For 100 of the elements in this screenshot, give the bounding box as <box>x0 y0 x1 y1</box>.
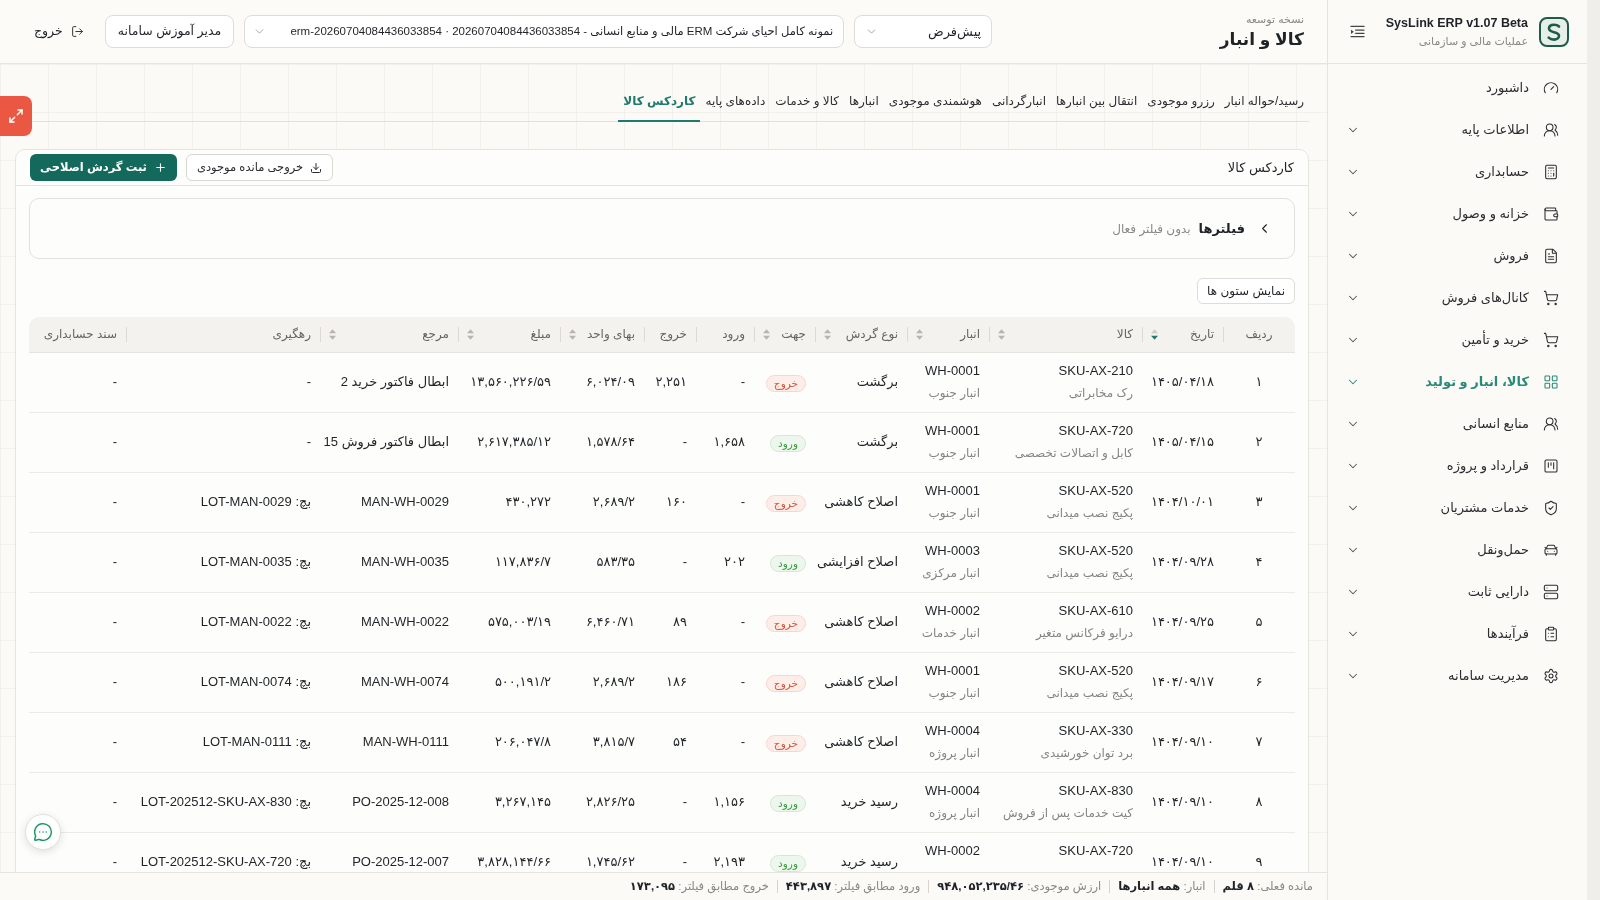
status-item: ارزش موجودی: ۹۴۸,۰۵۲,۲۳۵/۴۶ <box>937 878 1102 896</box>
table-cell: ۱۴۰۴/۰۹/۱۷ <box>1142 652 1223 712</box>
sidebar-item[interactable]: حمل‌ونقل <box>1328 529 1587 571</box>
sku-text: SKU-AX-520 <box>1058 663 1133 679</box>
sidebar-item[interactable]: دارایی ثابت <box>1328 571 1587 613</box>
direction-badge: خروج <box>765 675 806 692</box>
shield-check-icon <box>1543 500 1559 516</box>
warehouse-code: WH-0004 <box>925 723 980 739</box>
tab[interactable]: رسید/حواله انبار <box>1219 82 1309 122</box>
column-header[interactable]: مرجع <box>422 325 449 344</box>
warehouse-name: انبار جنوب <box>928 505 980 521</box>
scrollbar[interactable] <box>1587 0 1600 900</box>
warehouse-code: WH-0001 <box>925 663 980 679</box>
table-cell: ۲,۶۸۹/۲ <box>560 472 644 532</box>
column-header[interactable]: نوع گردش <box>845 325 898 344</box>
warehouse-code: WH-0002 <box>925 603 980 619</box>
sidebar-item[interactable]: فروش <box>1328 235 1587 277</box>
table-cell: - <box>696 712 754 772</box>
sidebar-item[interactable]: مدیریت سامانه <box>1328 655 1587 697</box>
table-cell: ۱۴۰۴/۰۹/۱۰ <box>1142 772 1223 832</box>
sidebar-item[interactable]: منابع انسانی <box>1328 403 1587 445</box>
grid-icon <box>1543 374 1559 390</box>
tab[interactable]: انتقال بین انبارها <box>1051 82 1143 122</box>
sidebar-item[interactable]: داشبورد <box>1328 67 1587 109</box>
table-cell: ۶ <box>1223 652 1295 712</box>
column-header[interactable]: کالا <box>1116 325 1133 344</box>
table-cell: ۱,۵۷۸/۶۴ <box>560 412 644 472</box>
brand-subtitle: عملیات مالی و سازمانی <box>1418 33 1528 49</box>
table-cell: ۱,۶۵۸ <box>696 412 754 472</box>
status-item: مانده فعلی: ۸ قلم <box>1222 878 1313 895</box>
table-cell: MAN-WH-0074 <box>320 652 458 712</box>
sidebar-item[interactable]: کانال‌های فروش <box>1328 277 1587 319</box>
tab[interactable]: کالا و خدمات <box>770 82 845 122</box>
direction-badge: خروج <box>765 735 806 752</box>
help-button[interactable]: مدیر آموزش سامانه <box>104 15 235 48</box>
table-cell: رسید خرید <box>815 772 907 832</box>
tab[interactable]: انبارها <box>844 82 884 122</box>
profile-select[interactable]: پیش‌فرض <box>854 15 993 48</box>
expand-button[interactable] <box>0 96 32 136</box>
sku-text: SKU-AX-520 <box>1058 543 1133 559</box>
sidebar-item[interactable]: کالا، انبار و تولید <box>1328 361 1587 403</box>
sku-text: SKU-AX-330 <box>1058 723 1133 739</box>
direction-badge: خروج <box>765 615 806 632</box>
table-cell: ۲ <box>1223 412 1295 472</box>
table-cell: - <box>29 712 126 772</box>
direction-badge: خروج <box>765 375 806 392</box>
tab[interactable]: رزرو موجودی <box>1142 82 1220 122</box>
warehouse-name: انبار جنوب <box>928 685 980 701</box>
table-cell: ۱۳,۵۶۰,۲۲۶/۵۹ <box>458 352 560 412</box>
warehouse-code: WH-0003 <box>925 543 980 559</box>
sidebar-item[interactable]: خرید و تأمین <box>1328 319 1587 361</box>
export-button[interactable]: خروجی مانده موجودی <box>185 154 334 181</box>
column-header[interactable]: انبار <box>960 325 980 344</box>
table-cell: - <box>696 592 754 652</box>
table-cell: ۱۴۰۴/۰۹/۲۵ <box>1142 592 1223 652</box>
column-header: ردیف <box>1245 326 1273 344</box>
sidebar-item[interactable]: حسابداری <box>1328 151 1587 193</box>
sidebar-item[interactable]: خزانه و وصول <box>1328 193 1587 235</box>
sort-icon[interactable] <box>1151 328 1158 340</box>
table-cell: اصلاح کاهشی <box>815 712 907 772</box>
company-select[interactable]: نمونه کامل احیای شرکت ERM مالی و منابع انسانی - 20260704084436033854 · erm-20260704084436033854 <box>244 15 845 48</box>
card-title: کاردکس کالا <box>1227 158 1294 178</box>
table-cell: ۶,۰۲۴/۰۹ <box>560 352 644 412</box>
warehouse-name: انبار جنوب <box>928 445 980 461</box>
expand-icon <box>8 108 24 124</box>
page-caption: نسخه توسعه <box>1245 12 1304 26</box>
table-cell: - <box>126 412 320 472</box>
sidebar-item[interactable]: خدمات مشتریان <box>1328 487 1587 529</box>
table-cell: ۱۸۶ <box>644 652 696 712</box>
column-header[interactable]: جهت <box>781 325 806 344</box>
columns-button[interactable]: نمایش ستون ها <box>1197 278 1295 304</box>
menu-icon[interactable] <box>1349 25 1365 38</box>
table-cell: ۲,۸۲۶/۲۵ <box>560 772 644 832</box>
table-cell: بچ: LOT-MAN-0074 <box>126 652 320 712</box>
tab[interactable]: داده‌های پایه <box>700 82 771 122</box>
car-icon <box>1543 542 1559 558</box>
add-button[interactable]: ثبت گردش اصلاحی <box>30 154 177 181</box>
column-header[interactable]: بهای واحد <box>586 325 635 344</box>
column-header[interactable]: مبلغ <box>530 325 551 344</box>
sidebar-item[interactable]: اطلاعات پایه <box>1328 109 1587 151</box>
tab[interactable]: هوشمندی موجودی <box>883 82 987 122</box>
warehouse-code: WH-0001 <box>925 483 980 499</box>
sidebar-item[interactable]: فرآیندها <box>1328 613 1587 655</box>
status-item: خروج مطابق فیلتر: ۱۷۳,۰۹۵ <box>629 878 769 896</box>
tab[interactable]: کاردکس کالا <box>618 82 701 122</box>
gauge-icon <box>1543 80 1559 96</box>
table-cell: ۵ <box>1223 592 1295 652</box>
item-name: کیت خدمات پس از فروش <box>1002 805 1133 821</box>
column-header: رهگیری <box>272 326 311 344</box>
tab[interactable]: انبارگردانی <box>986 82 1052 122</box>
filter-summary: بدون فیلتر فعال <box>1112 220 1191 238</box>
filters-toggle[interactable]: فیلترها <box>1198 218 1272 239</box>
column-header[interactable]: تاریخ <box>1190 325 1214 344</box>
table-cell: ابطال فاکتور فروش 15 <box>320 412 458 472</box>
logout-button[interactable]: خروج <box>34 15 84 48</box>
sidebar-item[interactable]: قرارداد و پروژه <box>1328 445 1587 487</box>
clipboard-icon <box>1543 626 1559 642</box>
direction-badge: ورود <box>770 855 806 872</box>
table-cell: ۱۴۰۵/۰۴/۱۵ <box>1142 412 1223 472</box>
table-cell: ۱۴۰۴/۰۹/۱۰ <box>1142 712 1223 772</box>
